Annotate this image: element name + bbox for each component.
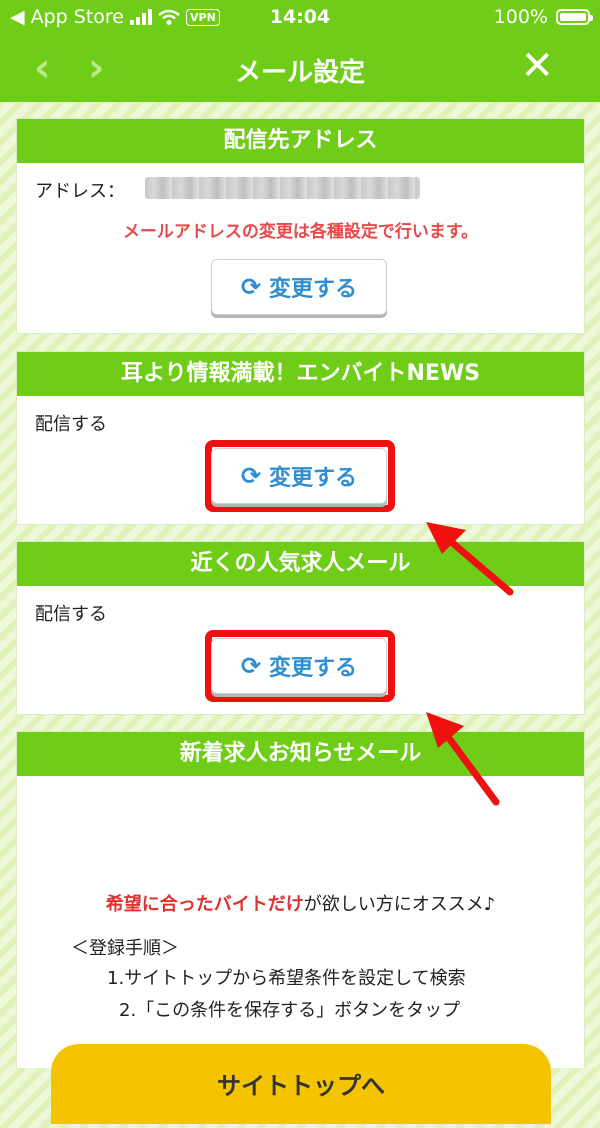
- site-top-button[interactable]: サイトトップへ: [51, 1044, 551, 1124]
- news-card: 耳より情報満載！エンバイトNEWS 配信する ⟳ 変更する: [16, 351, 585, 525]
- address-value-redacted: [145, 177, 420, 199]
- address-card-header: 配信先アドレス: [17, 119, 584, 163]
- address-change-notice: メールアドレスの変更は各種設定で行います。: [122, 222, 479, 242]
- address-change-button[interactable]: ⟳ 変更する: [211, 259, 387, 315]
- news-card-header: 耳より情報満載！エンバイトNEWS: [17, 352, 584, 396]
- address-card: 配信先アドレス アドレス： メールアドレスの変更は各種設定で行います。 ⟳ 変更…: [16, 118, 585, 334]
- battery-icon: [556, 9, 593, 25]
- address-change-button-label: 変更する: [269, 277, 358, 302]
- new-jobs-promo: 希望に合ったバイトだけが欲しい方にオススメ♪: [17, 890, 584, 916]
- nearby-change-button[interactable]: ⟳ 変更する: [211, 638, 387, 694]
- status-bar: ◀ App Store VPN 14:04 100%: [0, 0, 600, 34]
- nav-bar: ‹ › メール設定 ✕: [0, 34, 600, 102]
- close-icon[interactable]: ✕: [520, 46, 554, 86]
- nearby-jobs-status: 配信する: [35, 604, 107, 625]
- step-1: 1.サイトトップから希望条件を設定して検索: [107, 968, 466, 989]
- annotation-arrow-2: [426, 712, 500, 806]
- refresh-icon: ⟳: [240, 652, 262, 680]
- step-2: 2.「この条件を保存する」ボタンをタップ: [119, 1000, 461, 1021]
- refresh-icon: ⟳: [240, 462, 262, 490]
- steps-title: ＜登録手順＞: [71, 938, 179, 959]
- nearby-change-button-label: 変更する: [269, 656, 358, 681]
- annotation-arrow-1: [426, 522, 514, 596]
- promo-highlight: 希望に合ったバイトだけ: [105, 894, 304, 915]
- page-title: メール設定: [234, 58, 365, 88]
- news-change-button[interactable]: ⟳ 変更する: [211, 448, 387, 504]
- refresh-icon: ⟳: [240, 273, 262, 301]
- battery-percent: 100%: [493, 6, 548, 28]
- promo-rest: が欲しい方にオススメ♪: [303, 894, 496, 915]
- news-change-button-label: 変更する: [269, 466, 358, 491]
- address-label: アドレス：: [35, 181, 125, 202]
- news-status: 配信する: [35, 414, 107, 435]
